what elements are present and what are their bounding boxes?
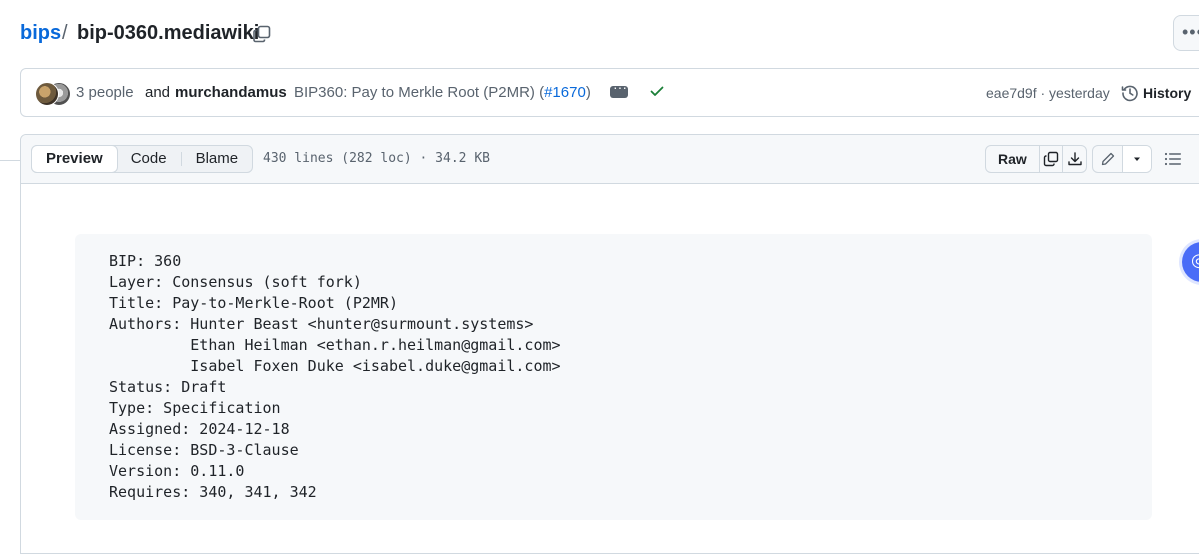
commit-message-end: ) (585, 84, 591, 101)
tab-code[interactable]: Code (117, 146, 181, 172)
kebab-horizontal-icon: ••• (1182, 22, 1199, 42)
file-stats: 430 lines (282 loc) · 34.2 KB (263, 151, 490, 166)
preamble-line: Assigned: 2024-12-18 (109, 420, 290, 438)
download-button[interactable] (1063, 146, 1086, 172)
assistant-icon: ◎ (1191, 250, 1199, 270)
breadcrumb-file-name: bip-0360.mediawiki (77, 22, 260, 44)
preamble-line: Layer: Consensus (soft fork) (109, 273, 362, 291)
preamble-line: Requires: 340, 341, 342 (109, 483, 317, 501)
ellipsis-icon: ··· (613, 79, 627, 95)
more-options-button[interactable]: ••• (1173, 15, 1199, 51)
divider (0, 160, 20, 161)
preamble-line: Isabel Foxen Duke <isabel.duke@gmail.com… (109, 357, 561, 375)
copy-path-icon[interactable] (252, 24, 272, 44)
triangle-down-icon (1134, 157, 1141, 161)
bip-preamble: BIP: 360 Layer: Consensus (soft fork) Ti… (109, 251, 561, 503)
preamble-line: Status: Draft (109, 378, 227, 396)
download-icon (1068, 152, 1082, 166)
pull-request-link[interactable]: #1670 (544, 84, 586, 101)
preamble-line: BIP: 360 (109, 252, 182, 270)
contributors-link[interactable]: 3 people (76, 84, 134, 101)
pencil-icon (1101, 152, 1114, 166)
and-text: and (145, 84, 171, 101)
list-unordered-icon[interactable] (1164, 151, 1182, 167)
commit-message-text[interactable]: BIP360: Pay to Merkle Root (P2MR) ( (294, 84, 544, 101)
preamble-line: Type: Specification (109, 399, 281, 417)
commit-sha-time[interactable]: eae7d9f · yesterday (986, 85, 1110, 101)
edit-file-button[interactable] (1093, 146, 1124, 172)
expand-commit-button[interactable]: ··· (610, 79, 628, 98)
preamble-line: Ethan Heilman <ethan.r.heilman@gmail.com… (109, 336, 561, 354)
edit-actions-group (1092, 145, 1152, 173)
edit-dropdown-button[interactable] (1123, 146, 1151, 172)
commit-message[interactable]: BIP360: Pay to Merkle Root (P2MR) (#1670… (294, 84, 591, 101)
preamble-line: License: BSD-3-Clause (109, 441, 299, 459)
breadcrumb-repo-link[interactable]: bips (20, 22, 61, 45)
history-button[interactable]: History (1143, 85, 1191, 101)
bip-header-block: BIP: 360 Layer: Consensus (soft fork) Ti… (75, 234, 1152, 520)
tab-preview[interactable]: Preview (31, 145, 118, 173)
copy-icon (1043, 151, 1059, 167)
history-icon[interactable] (1121, 84, 1139, 102)
view-mode-tabs: Preview Code Blame (31, 145, 254, 173)
raw-button[interactable]: Raw (986, 146, 1040, 172)
commit-author-link[interactable]: murchandamus (175, 84, 287, 101)
preamble-line: Version: 0.11.0 (109, 462, 245, 480)
copy-raw-button[interactable] (1040, 146, 1064, 172)
avatar[interactable] (35, 82, 59, 106)
tab-blame[interactable]: Blame (182, 146, 253, 172)
breadcrumb-separator: / (62, 22, 68, 44)
preamble-line: Authors: Hunter Beast <hunter@surmount.s… (109, 315, 534, 333)
file-header: Preview Code Blame 430 lines (282 loc) ·… (21, 135, 1199, 184)
preamble-line: Title: Pay-to-Merkle-Root (P2MR) (109, 294, 398, 312)
file-actions-group: Raw (985, 145, 1087, 173)
check-icon[interactable] (649, 83, 665, 99)
latest-commit-bar: 3 people and murchandamus BIP360: Pay to… (20, 68, 1199, 117)
